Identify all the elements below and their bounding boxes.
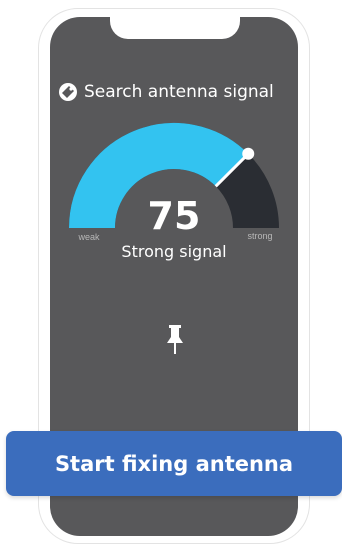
phone-notch (110, 17, 240, 39)
gauge-knob (242, 147, 255, 160)
pushpin-icon (165, 325, 185, 355)
signal-score: 75 (147, 194, 201, 238)
satellite-dish-icon (58, 82, 78, 102)
header: Search antenna signal (58, 80, 298, 104)
page-title: Search antenna signal (84, 82, 274, 102)
start-fixing-button[interactable]: Start fixing antenna (6, 431, 342, 496)
signal-status: Strong signal (121, 242, 227, 261)
